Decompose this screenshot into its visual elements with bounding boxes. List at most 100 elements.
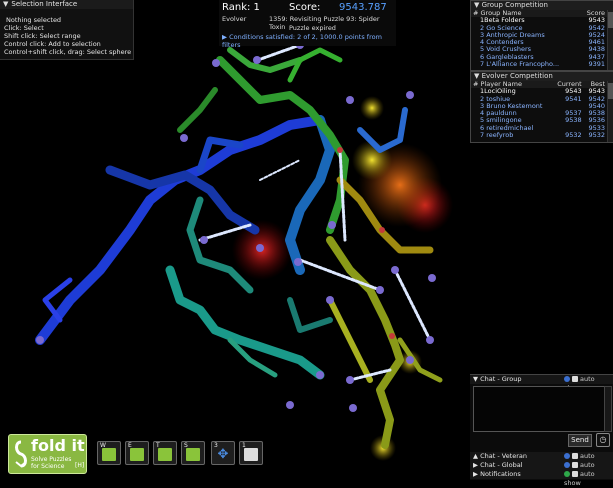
ribbon-icon [15, 440, 27, 468]
table-row[interactable]: 4 pauldunn 9537 9538 [471, 110, 613, 117]
table-row[interactable]: 7 L'Alliance Francopho... 9391 [471, 61, 613, 68]
wiggle-all-icon [102, 448, 116, 461]
selection-panel-header[interactable]: ▼ Selection Interface [0, 0, 133, 9]
notifications-label: Notifications [480, 470, 521, 478]
selection-panel: ▼ Selection Interface Nothing selected Cl… [0, 0, 134, 60]
info-icon[interactable] [564, 453, 570, 459]
selection-status: Nothing selected [6, 16, 62, 24]
table-row[interactable]: 2 Go Science 9542 [471, 25, 613, 32]
logo-hotkey: [H] [75, 462, 85, 469]
auto-show-checkbox[interactable] [572, 462, 578, 468]
foldit-logo[interactable]: fold it Solve Puzzles for Science [H] [8, 434, 87, 474]
tweak-icon [158, 448, 172, 461]
selection-hint: Control click: Add to selection [4, 40, 101, 48]
selection-panel-title: Selection Interface [11, 0, 78, 8]
score-value: 9543.787 [339, 2, 387, 13]
notes-button[interactable]: 1 [239, 441, 263, 465]
table-row[interactable]: 5 Void Crushers 9438 [471, 46, 613, 53]
group-competition-title: Group Competition [481, 1, 548, 9]
table-row[interactable]: 6 Gargleblasters 9437 [471, 54, 613, 61]
chat-group-header[interactable]: ▼ Chat - Group auto show [470, 375, 613, 392]
evolver-table: # Player Name Current Best 1LociOiling 9543… [471, 81, 613, 139]
group-table: # Group Name Score 1Beta Folders 9543 2 Go… [471, 10, 613, 68]
chat-global-header[interactable]: ▶ Chat - Global auto show [470, 461, 613, 478]
auto-show-checkbox[interactable] [572, 453, 578, 459]
group-name: 6 Gargleblasters [480, 53, 534, 61]
group-name: 7 L'Alliance Francopho... [480, 61, 560, 69]
collapse-triangle-icon[interactable]: ▼ [3, 0, 8, 8]
player-name: 2 toshiue [480, 95, 511, 103]
group-scrollbar[interactable] [607, 10, 613, 70]
info-icon[interactable] [564, 462, 570, 468]
wiggle-all-button[interactable]: W [97, 441, 121, 465]
player-current: 9538 [565, 117, 582, 125]
evolver-label: Evolver [222, 15, 247, 23]
shake-all-icon [130, 448, 144, 461]
col-player-name[interactable]: # Player Name [471, 81, 553, 89]
group-competition-panel: ▼ Group Competition # Group Name Score 1B… [470, 0, 613, 71]
group-competition-header[interactable]: ▼ Group Competition [471, 1, 613, 10]
clash-glow [360, 96, 384, 120]
table-row[interactable]: 3 Anthropic Dreams 9524 [471, 32, 613, 39]
collapse-triangle-icon[interactable]: ▼ [474, 72, 482, 80]
chat-global-label: Chat - Global [480, 461, 523, 469]
table-row[interactable]: 3 Bruno Kestemont 9540 [471, 103, 613, 110]
notifications-header[interactable]: ▶ Notifications auto show [470, 470, 613, 487]
score-panel: Rank: 1 Score: 9543.787 Evolver 1359: Re… [219, 0, 396, 49]
selection-hint: Shift click: Select range [4, 32, 81, 40]
group-name: 3 Anthropic Dreams [480, 31, 545, 39]
player-current: 9532 [565, 132, 582, 140]
table-row[interactable]: 1Beta Folders 9543 [471, 17, 613, 24]
table-row[interactable]: 7 reefyrob 9532 9532 [471, 132, 613, 139]
player-current [552, 125, 583, 132]
chat-veteran-label: Chat - Veteran [480, 452, 528, 460]
table-row[interactable]: 4 Contenders 9461 [471, 39, 613, 46]
select-all-button[interactable]: S [181, 441, 205, 465]
player-name: 4 pauldunn [480, 110, 517, 118]
evolver-competition-header[interactable]: ▼ Evolver Competition [471, 72, 613, 81]
col-current[interactable]: Current [552, 81, 584, 89]
chat-veteran-header[interactable]: ▲ Chat - Veteran auto show [470, 452, 613, 469]
logo-tagline: Solve Puzzles for Science [31, 456, 72, 470]
player-name: 5 smilingone [480, 117, 522, 125]
group-name: 5 Void Crushers [480, 46, 532, 54]
conditions-toggle[interactable]: ▶ Conditions satisfied: 2 of 2, 1000.0 p… [222, 33, 396, 49]
scrollbar-thumb[interactable] [608, 12, 613, 28]
info-icon[interactable] [564, 376, 570, 382]
selection-hint: Control+shift click, drag: Select sphere [4, 48, 132, 56]
collapse-triangle-icon[interactable]: ▼ [474, 1, 482, 9]
player-current [552, 103, 583, 110]
clock-icon[interactable]: ◷ [596, 433, 610, 447]
send-button[interactable]: Send [568, 434, 592, 447]
player-name: 6 retiredmichael [480, 124, 534, 132]
chat-scrollbar[interactable] [604, 386, 612, 432]
table-row[interactable]: 6 retiredmichael 9533 [471, 125, 613, 132]
player-current: 9543 [565, 88, 582, 96]
group-name: 4 Contenders [480, 39, 524, 47]
chat-group-label: Chat - Group [480, 375, 522, 383]
table-row[interactable]: 1LociOiling 9543 9543 [471, 88, 613, 95]
close-icon[interactable] [572, 471, 578, 477]
puzzle-status: Puzzle expired [289, 24, 336, 32]
chat-message-area[interactable] [473, 386, 606, 432]
table-row[interactable]: 5 smilingone 9538 9536 [471, 117, 613, 124]
player-name: 1LociOiling [480, 88, 516, 96]
player-name: 7 reefyrob [480, 132, 514, 140]
selection-hint: Click: Select [4, 24, 44, 32]
scrollbar-thumb[interactable] [608, 83, 613, 99]
player-name: 3 Bruno Kestemont [480, 102, 543, 110]
col-group-name[interactable]: # Group Name [471, 10, 580, 18]
conditions-text: Conditions satisfied: 2 of 2, 1000.0 poi… [222, 33, 382, 49]
evolver-competition-panel: ▼ Evolver Competition # Player Name Curre… [470, 71, 613, 143]
table-row[interactable]: 2 toshiue 9541 9542 [471, 96, 613, 103]
move-button[interactable]: 3 ✥ [211, 441, 235, 465]
auto-show-checkbox[interactable] [572, 376, 578, 382]
player-current: 9537 [565, 110, 582, 118]
info-icon[interactable] [564, 471, 570, 477]
evolver-scrollbar[interactable] [607, 81, 613, 142]
tweak-button[interactable]: T [153, 441, 177, 465]
group-name: 1Beta Folders [480, 17, 525, 25]
group-name: 2 Go Science [480, 24, 523, 32]
move-icon: ✥ [217, 447, 229, 462]
shake-all-button[interactable]: E [125, 441, 149, 465]
